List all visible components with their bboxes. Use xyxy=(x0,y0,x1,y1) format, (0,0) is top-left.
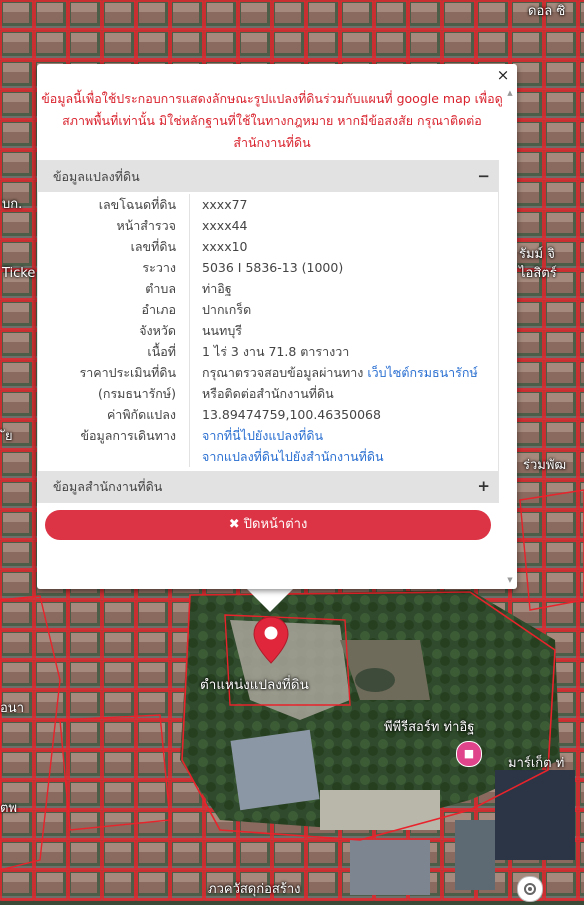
row-grid: ระวาง 5036 I 5836-13 (1000) xyxy=(38,257,498,278)
pin-label: ตำแหน่งแปลงที่ดิน xyxy=(200,677,309,693)
appraisal-label: ราคาประเมินที่ดิน (กรมธนารักษ์) xyxy=(38,362,190,404)
map-label-resort: พีพีรีสอร์ท ท่าอิฐ xyxy=(384,720,475,735)
map-label-right-2: ไอสิตร์ xyxy=(519,266,557,281)
expand-plus-icon[interactable]: + xyxy=(477,471,490,502)
map-label-bottom: ภวควัสดุก่อสร้าง xyxy=(208,882,301,897)
subdistrict-value: ท่าอิฐ xyxy=(202,281,232,296)
close-window-label: ปิดหน้าต่าง xyxy=(243,517,308,532)
appraisal-text-line2: หรือติดต่อสำนักงานที่ดิน xyxy=(202,386,334,401)
treasury-website-link[interactable]: เว็บไซต์กรมธนารักษ์ xyxy=(367,365,477,380)
appraisal-label-line2: (กรมธนารักษ์) xyxy=(98,386,176,401)
province-label: จังหวัด xyxy=(38,320,190,341)
map-label-top-right: ดอล ซิ xyxy=(528,4,566,19)
parcel-info-panel: ข้อมูลแปลงที่ดิน − เลขโฉนดที่ดิน xxxx77 … xyxy=(37,160,499,503)
map-label-left: บก. xyxy=(2,197,23,212)
land-office-header[interactable]: ข้อมูลสำนักงานที่ดิน + xyxy=(38,471,498,502)
close-x-icon: ✖ xyxy=(228,517,240,532)
row-deed-no: เลขโฉนดที่ดิน xxxx77 xyxy=(38,194,498,215)
subdistrict-label: ตำบล xyxy=(38,278,190,299)
area-value: 1 ไร่ 3 งาน 71.8 ตารางวา xyxy=(202,344,350,359)
map-label-left-bottom: ตพ xyxy=(0,801,18,816)
popup-arrow xyxy=(246,588,294,612)
appraisal-label-line1: ราคาประเมินที่ดิน xyxy=(79,365,176,380)
district-value: ปากเกร็ด xyxy=(202,302,252,317)
popup-close-icon[interactable]: × xyxy=(495,66,511,84)
land-no-label: เลขที่ดิน xyxy=(38,236,190,257)
row-travel: ข้อมูลการเดินทาง จากที่นี่ไปยังแปลงที่ดิ… xyxy=(38,425,498,467)
map-label-left-low: อนา xyxy=(0,701,24,716)
row-province: จังหวัด นนทบุรี xyxy=(38,320,498,341)
land-office-title: ข้อมูลสำนักงานที่ดิน xyxy=(53,479,163,494)
map-label-right-3: ร่วมพัฒ xyxy=(523,458,567,473)
deed-no-value: xxxx77 xyxy=(202,197,248,212)
travel-links: จากที่นี่ไปยังแปลงที่ดิน จากแปลงที่ดินไป… xyxy=(190,425,498,467)
location-pin-icon[interactable] xyxy=(253,616,289,664)
disclaimer-notice: ข้อมูลนี้เพื่อใช้ประกอบการแสดงลักษณะรูปแ… xyxy=(41,91,503,150)
collapse-minus-icon[interactable]: − xyxy=(477,161,490,192)
directions-to-office-link[interactable]: จากแปลงที่ดินไปยังสำนักงานที่ดิน xyxy=(202,446,498,467)
close-window-button[interactable]: ✖ ปิดหน้าต่าง xyxy=(45,510,491,540)
row-district: อำเภอ ปากเกร็ด xyxy=(38,299,498,320)
row-survey-page: หน้าสำรวจ xxxx44 xyxy=(38,215,498,236)
directions-to-parcel-link[interactable]: จากที่นี่ไปยังแปลงที่ดิน xyxy=(202,425,498,446)
survey-page-label: หน้าสำรวจ xyxy=(38,215,190,236)
area-label: เนื้อที่ xyxy=(38,341,190,362)
map-label-market: มาร์เก็ต ท่ xyxy=(508,756,565,771)
appraisal-text: กรุณาตรวจสอบข้อมูลผ่านทาง xyxy=(202,365,368,380)
row-area: เนื้อที่ 1 ไร่ 3 งาน 71.8 ตารางวา xyxy=(38,341,498,362)
parcel-info-title: ข้อมูลแปลงที่ดิน xyxy=(53,169,140,184)
coords-link[interactable]: 13.89474759,100.46350068 xyxy=(190,404,498,425)
appraisal-value: กรุณาตรวจสอบข้อมูลผ่านทาง เว็บไซต์กรมธนา… xyxy=(190,362,498,404)
land-no-value: xxxx10 xyxy=(202,239,248,254)
my-location-icon[interactable] xyxy=(517,876,543,902)
row-coords: ค่าพิกัดแปลง 13.89474759,100.46350068 xyxy=(38,404,498,425)
map-label-right-1: รัมม์ จิ xyxy=(519,247,555,262)
row-appraisal: ราคาประเมินที่ดิน (กรมธนารักษ์) กรุณาตรว… xyxy=(38,362,498,404)
travel-label-text: ข้อมูลการเดินทาง xyxy=(80,428,176,443)
survey-page-value: xxxx44 xyxy=(202,218,248,233)
grid-label: ระวาง xyxy=(38,257,190,278)
popup-content: ข้อมูลนี้เพื่อใช้ประกอบการแสดงลักษณะรูปแ… xyxy=(37,84,517,589)
parcel-info-rows: เลขโฉนดที่ดิน xxxx77 หน้าสำรวจ xxxx44 เล… xyxy=(38,192,498,471)
grid-value: 5036 I 5836-13 (1000) xyxy=(202,260,344,275)
hotel-icon[interactable]: ■ xyxy=(456,741,482,767)
province-value: นนทบุรี xyxy=(202,323,242,338)
row-subdistrict: ตำบล ท่าอิฐ xyxy=(38,278,498,299)
district-label: อำเภอ xyxy=(38,299,190,320)
row-land-no: เลขที่ดิน xxxx10 xyxy=(38,236,498,257)
land-info-popup: × ▲ ▼ ข้อมูลนี้เพื่อใช้ประกอบการแสดงลักษ… xyxy=(37,64,517,589)
deed-no-label: เลขโฉนดที่ดิน xyxy=(38,194,190,215)
map-label-ticket: Ticke xyxy=(2,266,36,281)
map-label-left-mid: ัย xyxy=(5,429,13,444)
travel-label: ข้อมูลการเดินทาง xyxy=(38,425,190,467)
coords-label: ค่าพิกัดแปลง xyxy=(38,404,190,425)
parcel-info-header[interactable]: ข้อมูลแปลงที่ดิน − xyxy=(38,161,498,192)
